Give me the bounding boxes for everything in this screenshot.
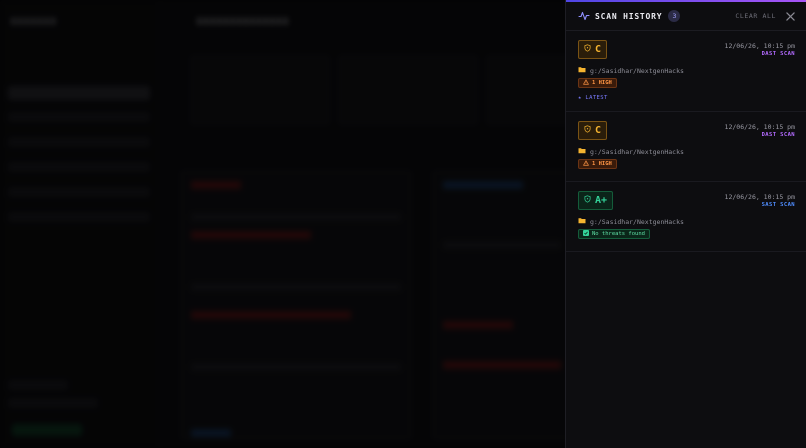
shield-icon bbox=[584, 44, 591, 55]
shield-icon bbox=[584, 125, 591, 136]
grade-letter: C bbox=[595, 125, 602, 136]
no-threats-badge: No threats found bbox=[578, 229, 650, 239]
warning-icon bbox=[583, 79, 589, 87]
scan-type-label: DAST SCAN bbox=[761, 132, 795, 138]
warning-icon bbox=[583, 160, 589, 168]
severity-badge: 1 HIGH bbox=[578, 78, 617, 88]
clear-all-button[interactable]: CLEAR ALL bbox=[735, 12, 776, 20]
scan-history-entry[interactable]: A+ 12/06/26, 10:15 pm SAST SCAN g:/Sasid… bbox=[566, 182, 806, 252]
drawer-header: SCAN HISTORY 3 CLEAR ALL bbox=[566, 2, 806, 31]
grade-letter: C bbox=[595, 44, 602, 55]
scan-path-text: g:/Sasidhar/NextgenHacks bbox=[590, 217, 684, 226]
scan-path: g:/Sasidhar/NextgenHacks bbox=[578, 217, 684, 226]
no-threats-text: No threats found bbox=[592, 231, 645, 237]
grade-badge: A+ bbox=[578, 191, 614, 210]
folder-icon bbox=[578, 147, 586, 156]
grade-badge: C bbox=[578, 40, 608, 59]
scan-path: g:/Sasidhar/NextgenHacks bbox=[578, 147, 684, 156]
severity-badge-text: 1 HIGH bbox=[592, 80, 612, 86]
drawer-title: SCAN HISTORY bbox=[595, 11, 663, 21]
grade-letter: A+ bbox=[595, 195, 608, 206]
scan-type-label: DAST SCAN bbox=[761, 51, 795, 57]
scan-path-text: g:/Sasidhar/NextgenHacks bbox=[590, 66, 684, 75]
severity-badge-text: 1 HIGH bbox=[592, 161, 612, 167]
scan-timestamp: 12/06/26, 10:15 pm bbox=[724, 42, 795, 50]
modal-overlay[interactable] bbox=[0, 0, 565, 448]
shield-icon bbox=[584, 195, 591, 206]
latest-label: ★ LATEST bbox=[578, 95, 608, 101]
scan-timestamp: 12/06/26, 10:15 pm bbox=[724, 193, 795, 201]
check-icon bbox=[583, 230, 589, 238]
grade-badge: C bbox=[578, 121, 608, 140]
close-icon[interactable] bbox=[785, 11, 795, 21]
scan-history-entry[interactable]: C 12/06/26, 10:15 pm DAST SCAN g:/Sasidh… bbox=[566, 112, 806, 182]
history-count-badge: 3 bbox=[668, 10, 681, 22]
scan-path: g:/Sasidhar/NextgenHacks bbox=[578, 66, 684, 75]
scan-path-text: g:/Sasidhar/NextgenHacks bbox=[590, 147, 684, 156]
activity-icon bbox=[578, 10, 590, 22]
scan-history-entry[interactable]: C 12/06/26, 10:15 pm DAST SCAN g:/Sasidh… bbox=[566, 31, 806, 112]
severity-badge: 1 HIGH bbox=[578, 159, 617, 169]
folder-icon bbox=[578, 66, 586, 75]
scan-type-label: SAST SCAN bbox=[761, 202, 795, 208]
scan-timestamp: 12/06/26, 10:15 pm bbox=[724, 123, 795, 131]
scan-history-drawer: SCAN HISTORY 3 CLEAR ALL C 12/06/26, 10:… bbox=[565, 0, 806, 448]
folder-icon bbox=[578, 217, 586, 226]
